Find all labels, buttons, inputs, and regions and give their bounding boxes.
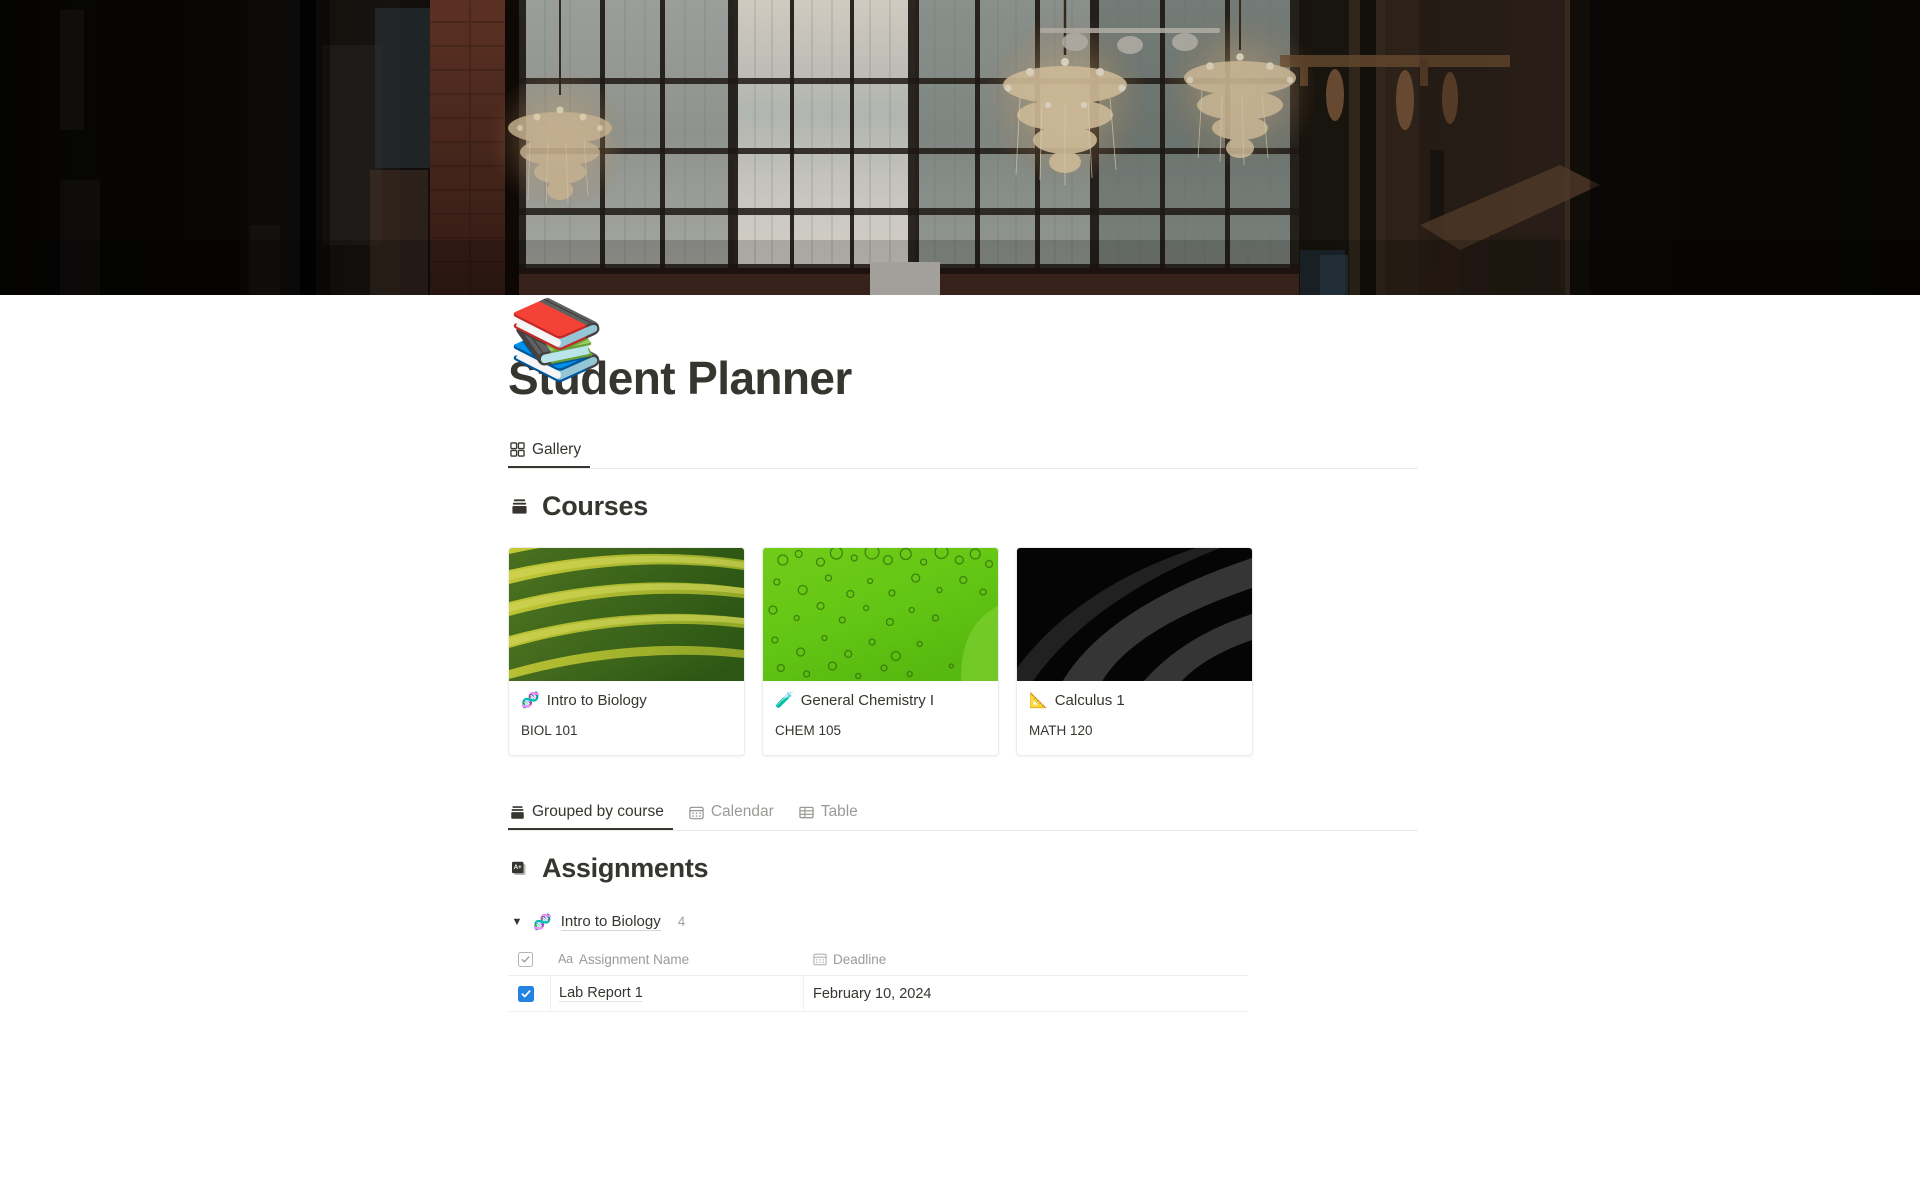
assignment-card-icon: A+	[508, 858, 530, 880]
table-icon	[799, 805, 814, 820]
assignment-group-header[interactable]: ▼ 🧬 Intro to Biology 4	[508, 909, 1418, 934]
course-cover-image	[763, 547, 998, 681]
course-card[interactable]: 🧪 General Chemistry I CHEM 105	[762, 546, 999, 757]
row-assignment-name-text: Lab Report 1	[559, 985, 643, 1003]
view-tabbar: Gallery	[508, 434, 1418, 469]
row-deadline-cell[interactable]: February 10, 2024	[804, 976, 1104, 1012]
svg-text:A+: A+	[514, 864, 522, 870]
row-checkbox-cell[interactable]	[508, 976, 550, 1012]
tab-table[interactable]: Table	[797, 796, 867, 830]
text-type-icon: Aa	[558, 952, 573, 967]
tab-table-label: Table	[820, 803, 858, 821]
database-icon	[508, 495, 530, 517]
checkbox-checked-icon[interactable]	[518, 985, 534, 1002]
page-cover-banner	[0, 0, 1920, 295]
course-card-code: MATH 120	[1029, 723, 1093, 739]
tab-calendar[interactable]: Calendar	[687, 796, 783, 830]
column-header-checkbox[interactable]	[508, 943, 550, 976]
course-card[interactable]: 📐 Calculus 1 MATH 120	[1016, 546, 1253, 757]
page-icon-books[interactable]: 📚	[508, 300, 605, 378]
course-cover-image	[1017, 547, 1252, 681]
row-assignment-name-cell[interactable]: Lab Report 1	[550, 975, 804, 1012]
column-header-deadline[interactable]: Deadline	[804, 943, 1104, 976]
calendar-icon	[813, 952, 827, 966]
tab-gallery-label: Gallery	[532, 440, 582, 458]
tab-grouped-by-course-label: Grouped by course	[532, 803, 664, 821]
course-card-title-text: Intro to Biology	[546, 691, 647, 709]
course-card-title: 🧬 Intro to Biology	[521, 691, 732, 711]
courses-section-header: Courses	[508, 491, 1418, 522]
assignments-section-header: A+ Assignments	[508, 853, 1418, 884]
course-card[interactable]: 🧬 Intro to Biology BIOL 101	[508, 546, 745, 757]
courses-card-grid: 🧬 Intro to Biology BIOL 101 🧪 General Ch…	[508, 546, 1418, 757]
course-card-title: 📐 Calculus 1	[1029, 691, 1240, 711]
courses-title: Courses	[542, 490, 648, 521]
column-header-deadline-label: Deadline	[833, 951, 887, 967]
assignments-title: Assignments	[542, 853, 709, 884]
table-row[interactable]: Lab Report 1 February 10, 2024	[508, 975, 1248, 1013]
row-deadline-text: February 10, 2024	[813, 985, 932, 1002]
assignments-table: Aa Assignment Name Deadline Lab Report 1…	[508, 943, 1248, 1013]
assignments-table-header: Aa Assignment Name Deadline	[508, 943, 1248, 977]
course-card-code: CHEM 105	[775, 723, 842, 739]
tab-grouped-by-course[interactable]: Grouped by course	[508, 796, 673, 831]
course-card-title-text: Calculus 1	[1054, 691, 1125, 709]
triangular-ruler-icon: 📐	[1029, 691, 1048, 709]
assignment-group-name[interactable]: Intro to Biology	[560, 913, 661, 931]
course-card-title: 🧪 General Chemistry I	[775, 691, 986, 711]
assignments-tabbar: Grouped by course Calendar Table	[508, 796, 1418, 832]
assignment-group-count: 4	[677, 914, 686, 930]
test-tube-icon: 🧪	[775, 691, 794, 709]
dna-icon: 🧬	[521, 691, 540, 709]
column-header-assignment-name[interactable]: Aa Assignment Name	[550, 943, 804, 976]
tab-calendar-label: Calendar	[710, 803, 774, 821]
collapse-caret-icon[interactable]: ▼	[510, 916, 524, 928]
course-card-code: BIOL 101	[521, 723, 578, 739]
tab-gallery[interactable]: Gallery	[508, 434, 591, 468]
checkbox-column-icon	[518, 951, 533, 967]
dna-icon: 🧬	[533, 913, 552, 931]
page-title: Student Planner	[508, 352, 852, 404]
page-body: 📚 Student Planner Gallery Courses 🧬 Intr…	[0, 300, 1920, 1013]
course-cover-image	[509, 547, 744, 681]
calendar-icon	[689, 805, 704, 820]
gallery-grid-icon	[510, 442, 525, 457]
database-icon	[510, 805, 525, 820]
course-card-title-text: General Chemistry I	[800, 691, 935, 709]
column-header-assignment-name-label: Assignment Name	[578, 951, 690, 967]
